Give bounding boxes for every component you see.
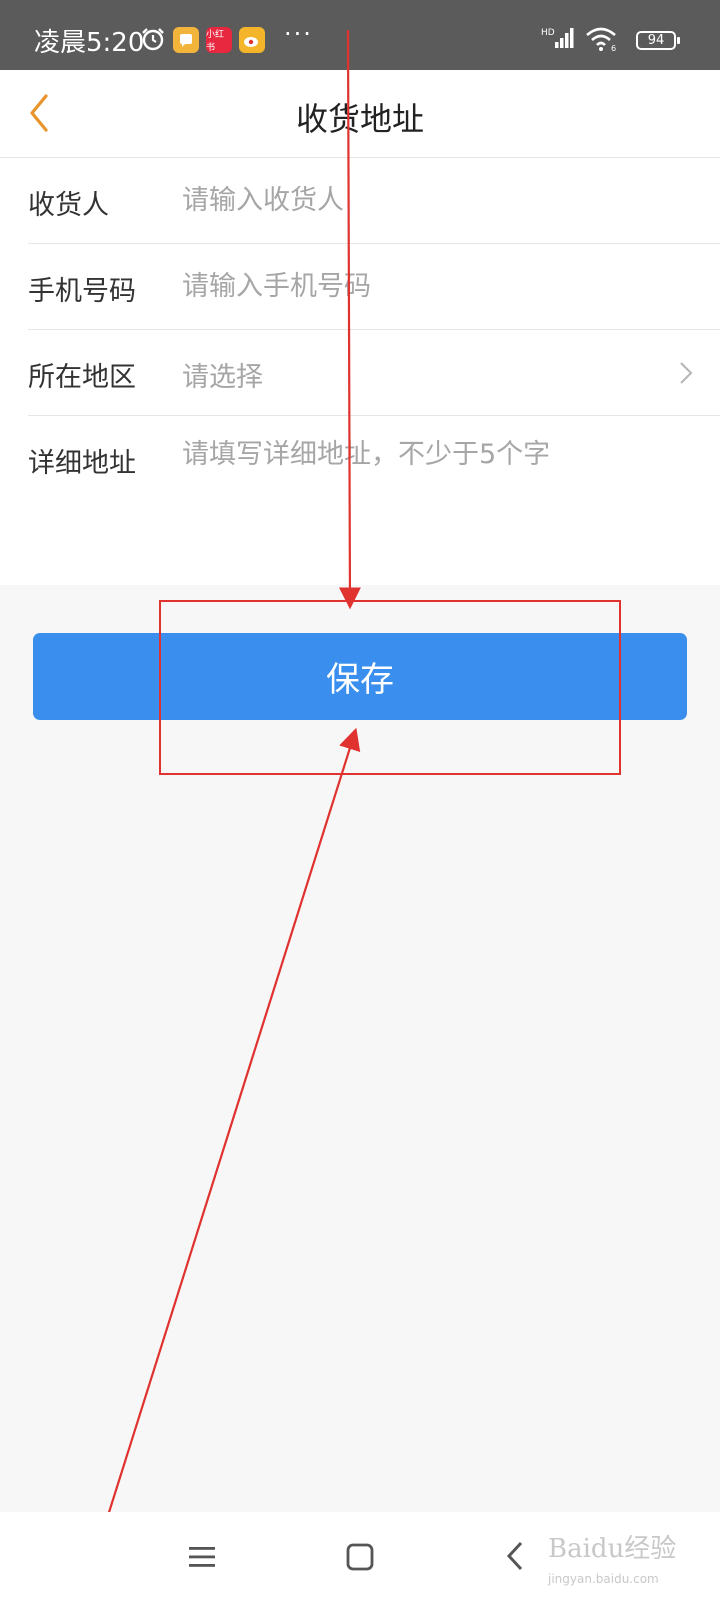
more-dots-icon: ··· bbox=[284, 20, 313, 48]
wifi-icon: 6 bbox=[586, 27, 616, 52]
phone-row: 手机号码 bbox=[28, 244, 720, 330]
save-button[interactable]: 保存 bbox=[33, 633, 687, 720]
detail-address-label: 详细地址 bbox=[28, 448, 136, 479]
status-bar: 凌晨5:20 小红书 ··· HD 6 94 bbox=[0, 0, 720, 70]
page-title: 收货地址 bbox=[295, 100, 424, 138]
address-form: 收货人 手机号码 所在地区 请选择 详细地址 bbox=[0, 158, 720, 585]
notes-app-icon bbox=[173, 27, 199, 53]
back-icon[interactable] bbox=[505, 1540, 525, 1572]
detail-address-row: 详细地址 bbox=[28, 416, 720, 586]
svg-text:6: 6 bbox=[611, 44, 616, 52]
recipient-row: 收货人 bbox=[28, 158, 720, 244]
annotation-arrow-bottom bbox=[80, 727, 361, 1599]
baidu-watermark-url: jingyan.baidu.com bbox=[548, 1572, 659, 1586]
alarm-icon bbox=[142, 28, 164, 51]
home-icon[interactable] bbox=[345, 1542, 375, 1572]
baidu-watermark: Baidu经验 bbox=[548, 1534, 677, 1564]
signal-icon: HD bbox=[541, 28, 574, 48]
phone-input[interactable] bbox=[182, 262, 662, 310]
chevron-right-icon bbox=[680, 362, 693, 384]
region-label: 所在地区 bbox=[28, 362, 136, 393]
xiaohongshu-app-icon: 小红书 bbox=[206, 27, 232, 53]
header: 收货地址 bbox=[0, 70, 720, 158]
region-row[interactable]: 所在地区 请选择 bbox=[28, 330, 720, 416]
region-select[interactable]: 请选择 bbox=[182, 355, 263, 394]
status-time: 凌晨5:20 bbox=[34, 28, 145, 58]
phone-label: 手机号码 bbox=[28, 276, 136, 307]
weibo-app-icon bbox=[239, 27, 265, 53]
svg-text:HD: HD bbox=[541, 28, 555, 38]
detail-address-input[interactable] bbox=[182, 436, 662, 556]
menu-icon[interactable] bbox=[187, 1544, 217, 1570]
recipient-label: 收货人 bbox=[28, 190, 109, 221]
battery-icon: 94 bbox=[636, 31, 680, 50]
recipient-input[interactable] bbox=[182, 176, 662, 224]
